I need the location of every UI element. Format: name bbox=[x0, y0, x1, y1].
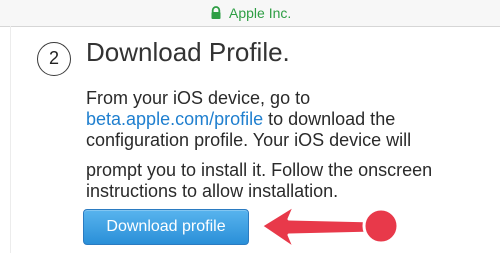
lock-icon bbox=[208, 5, 224, 21]
instruction-line-1: From your iOS device, go to bbox=[86, 88, 311, 108]
instruction-line-2-rest: to download the bbox=[263, 109, 396, 129]
screenshot-page: Apple Inc. 2 Download Profile. From your… bbox=[0, 0, 500, 253]
address-bar-content[interactable]: Apple Inc. bbox=[208, 4, 291, 22]
red-arrow-pointing-left-icon bbox=[259, 203, 400, 251]
download-profile-button[interactable]: Download profile bbox=[83, 209, 249, 245]
address-bar-url: Apple Inc. bbox=[229, 5, 292, 21]
instruction-line-3: configuration profile. Your iOS device w… bbox=[86, 130, 412, 150]
address-bar[interactable]: Apple Inc. bbox=[0, 0, 500, 27]
instruction-line-4: prompt you to install it. Follow the ons… bbox=[86, 160, 433, 180]
red-arrow-tail-dot bbox=[362, 207, 400, 245]
instruction-line-2: beta.apple.com/profile to download the bbox=[86, 108, 395, 130]
step-title: Download Profile. bbox=[86, 37, 290, 67]
page-edge-divider bbox=[10, 26, 11, 253]
red-arrow-shape bbox=[259, 203, 377, 251]
step-number-circle: 2 bbox=[37, 42, 71, 76]
profile-link[interactable]: beta.apple.com/profile bbox=[86, 109, 263, 129]
lock-icon-svg bbox=[211, 6, 221, 19]
instruction-line-5: instructions to allow installation. bbox=[86, 181, 339, 201]
